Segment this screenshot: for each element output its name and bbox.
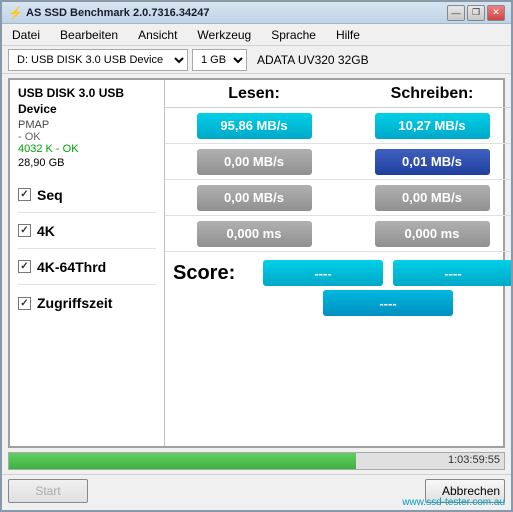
main-content: USB DISK 3.0 USB Device PMAP - OK 4032 K… [8, 78, 505, 448]
col-header-schreiben: Schreiben: [343, 80, 513, 108]
app-icon: ⚡ [8, 6, 22, 20]
menu-bar: Datei Bearbeiten Ansicht Werkzeug Sprach… [2, 24, 511, 46]
start-button[interactable]: Start [8, 479, 88, 503]
toolbar: D: USB DISK 3.0 USB Device 1 GB ADATA UV… [2, 46, 511, 74]
cell-zugriffszeit-read: 0,000 ms [165, 216, 343, 251]
score-section: Score: ---- ---- ---- [165, 252, 513, 446]
watermark: www.ssd-tester.com.au [402, 497, 505, 508]
score-top-row: ---- ---- [263, 260, 513, 286]
menu-sprache[interactable]: Sprache [267, 26, 320, 44]
checkbox-seq[interactable]: ✓ [18, 188, 31, 201]
drive-name-label: ADATA UV320 32GB [257, 53, 369, 67]
value-4k-read: 0,00 MB/s [197, 149, 312, 175]
checkbox-zugriffszeit[interactable]: ✓ [18, 297, 31, 310]
menu-hilfe[interactable]: Hilfe [332, 26, 364, 44]
window-controls: — ❐ ✕ [447, 5, 505, 21]
cell-seq-write: 10,27 MB/s [343, 108, 513, 143]
status-1: - OK [18, 131, 156, 143]
value-4k-write: 0,01 MB/s [375, 149, 490, 175]
window-title: AS SSD Benchmark 2.0.7316.34247 [26, 7, 209, 19]
score-box-write: ---- [393, 260, 513, 286]
value-4k64-write: 0,00 MB/s [375, 185, 490, 211]
row-label-4k64: ✓ 4K-64Thrd [18, 249, 156, 285]
device-name: USB DISK 3.0 USB Device [18, 86, 156, 117]
pmap-label: PMAP [18, 119, 156, 131]
cell-4k-write: 0,01 MB/s [343, 144, 513, 179]
row-label-4k: ✓ 4K [18, 213, 156, 249]
cell-zugriffszeit-write: 0,000 ms [343, 216, 513, 251]
menu-werkzeug[interactable]: Werkzeug [193, 26, 255, 44]
cell-seq-read: 95,86 MB/s [165, 108, 343, 143]
left-panel: USB DISK 3.0 USB Device PMAP - OK 4032 K… [10, 80, 165, 446]
cell-4k64-write: 0,00 MB/s [343, 180, 513, 215]
progress-time: 1:03:59:55 [448, 454, 500, 466]
results-header: Lesen: Schreiben: [165, 80, 513, 108]
checkbox-4k[interactable]: ✓ [18, 224, 31, 237]
status-2: 4032 K - OK [18, 143, 156, 155]
restore-button[interactable]: ❐ [467, 5, 485, 21]
data-row-zugriffszeit: 0,000 ms 0,000 ms [165, 216, 513, 252]
progress-bar [9, 453, 356, 469]
row-label-zugriffszeit: ✓ Zugriffszeit [18, 285, 156, 321]
score-box-read: ---- [263, 260, 383, 286]
row-label-seq: ✓ Seq [18, 177, 156, 213]
minimize-button[interactable]: — [447, 5, 465, 21]
value-zugriffszeit-write: 0,000 ms [375, 221, 490, 247]
cell-4k-read: 0,00 MB/s [165, 144, 343, 179]
menu-datei[interactable]: Datei [8, 26, 44, 44]
score-label: Score: [173, 260, 263, 285]
col-header-lesen: Lesen: [165, 80, 343, 108]
data-row-4k64: 0,00 MB/s 0,00 MB/s [165, 180, 513, 216]
menu-ansicht[interactable]: Ansicht [134, 26, 181, 44]
value-seq-write: 10,27 MB/s [375, 113, 490, 139]
title-bar: ⚡ AS SSD Benchmark 2.0.7316.34247 — ❐ ✕ [2, 2, 511, 24]
score-boxes: ---- ---- ---- [263, 260, 513, 316]
value-4k64-read: 0,00 MB/s [197, 185, 312, 211]
checkbox-4k64[interactable]: ✓ [18, 260, 31, 273]
title-bar-left: ⚡ AS SSD Benchmark 2.0.7316.34247 [8, 6, 209, 20]
close-button[interactable]: ✕ [487, 5, 505, 21]
cell-4k64-read: 0,00 MB/s [165, 180, 343, 215]
data-row-seq: 95,86 MB/s 10,27 MB/s [165, 108, 513, 144]
menu-bearbeiten[interactable]: Bearbeiten [56, 26, 122, 44]
value-zugriffszeit-read: 0,000 ms [197, 221, 312, 247]
value-seq-read: 95,86 MB/s [197, 113, 312, 139]
app-window: ⚡ AS SSD Benchmark 2.0.7316.34247 — ❐ ✕ … [0, 0, 513, 512]
progress-area: 1:03:59:55 [8, 452, 505, 470]
score-box-total: ---- [323, 290, 453, 316]
results-panel: Lesen: Schreiben: 95,86 MB/s 10,27 MB/s … [165, 80, 513, 446]
row-labels: ✓ Seq ✓ 4K ✓ 4K-64Thrd ✓ Zugriffszeit [18, 177, 156, 321]
drive-select[interactable]: D: USB DISK 3.0 USB Device [8, 49, 188, 71]
data-row-4k: 0,00 MB/s 0,01 MB/s [165, 144, 513, 180]
size-select[interactable]: 1 GB [192, 49, 247, 71]
disk-size: 28,90 GB [18, 157, 156, 169]
